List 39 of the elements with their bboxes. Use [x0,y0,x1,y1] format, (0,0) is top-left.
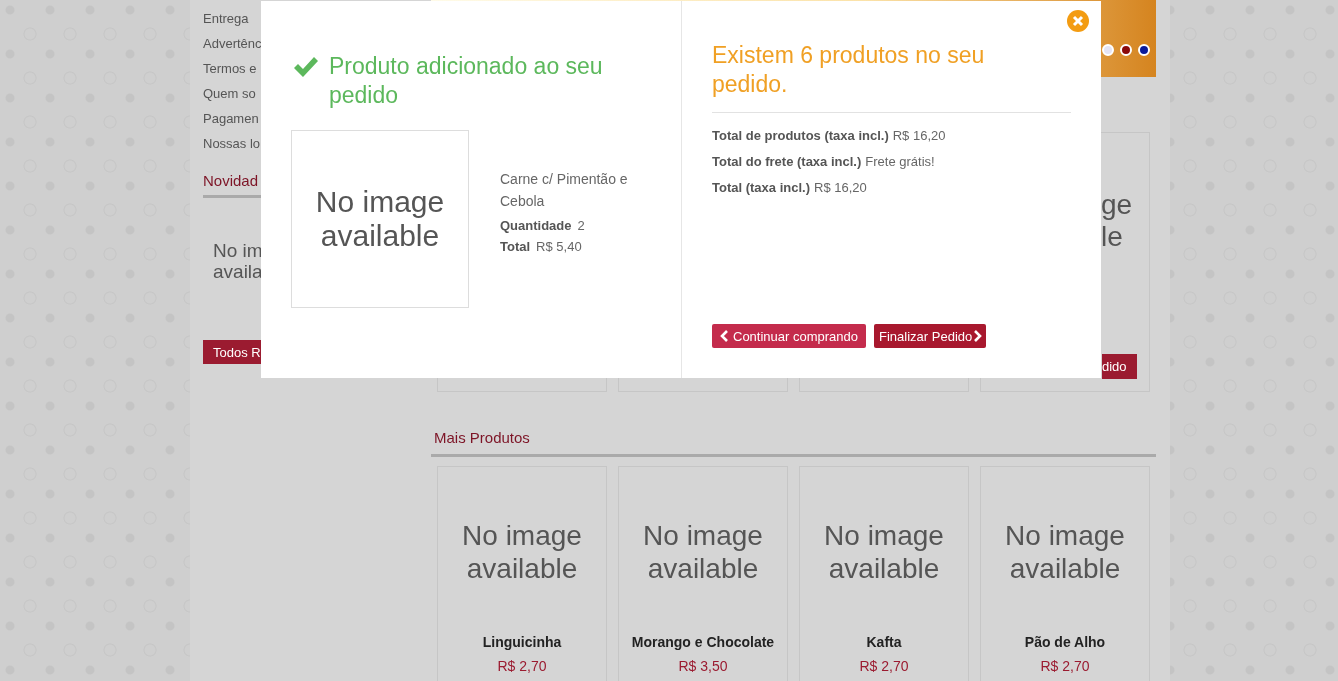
product-name: Carne c/ Pimentão e Cebola [500,170,629,211]
image-placeholder-text: availa [213,261,264,282]
image-placeholder-text: ge [1101,189,1133,221]
summary-label: Total de produtos (taxa incl.) [712,128,889,145]
add-to-order-button[interactable]: dido [1102,354,1137,379]
carousel-dot[interactable] [1102,44,1114,56]
summary-value: Frete grátis! [865,154,935,171]
field-value: 2 [577,218,585,233]
image-placeholder-text: No image available [461,519,583,586]
product-price: R$ 3,50 [678,658,728,674]
chevron-left-icon [720,330,728,342]
modal-title: Produto adicionado ao seu pedido [329,52,604,110]
field-label: Total [500,239,531,254]
image-placeholder-text: No image available [1004,519,1126,586]
product-price: R$ 2,70 [497,658,547,674]
product-price: R$ 2,70 [859,658,909,674]
checkout-button[interactable]: Finalizar Pedido [874,324,987,348]
field-value: R$ 5,40 [536,239,582,254]
summary-label: Total (taxa incl.) [712,180,810,197]
field-label: Quantidade [500,218,572,233]
section-title: Mais Produtos [433,429,531,446]
continue-shopping-button[interactable]: Continuar comprando [712,324,867,348]
product-name[interactable]: Kafta [866,634,902,650]
image-placeholder-text: le [1101,221,1124,253]
product-name[interactable]: Pão de Alho [1024,634,1106,650]
summary-label: Total do frete (taxa incl.) [712,154,862,171]
carousel-dot[interactable] [1120,44,1132,56]
product-price: R$ 2,70 [1040,658,1090,674]
image-placeholder-text: No im [213,240,264,261]
image-placeholder-text: No image available [823,519,945,586]
modal-title: Existem 6 produtos no seu pedido. [712,41,986,99]
summary-value: R$ 16,20 [892,128,946,145]
chevron-right-icon [974,330,983,342]
image-placeholder-text: No image available [642,519,764,586]
checkmark-icon [293,56,319,78]
product-name[interactable]: Morango e Chocolate [631,634,775,650]
product-name[interactable]: Linguicinha [482,634,562,650]
carousel-dot[interactable] [1138,44,1150,56]
summary-value: R$ 16,20 [814,180,867,197]
